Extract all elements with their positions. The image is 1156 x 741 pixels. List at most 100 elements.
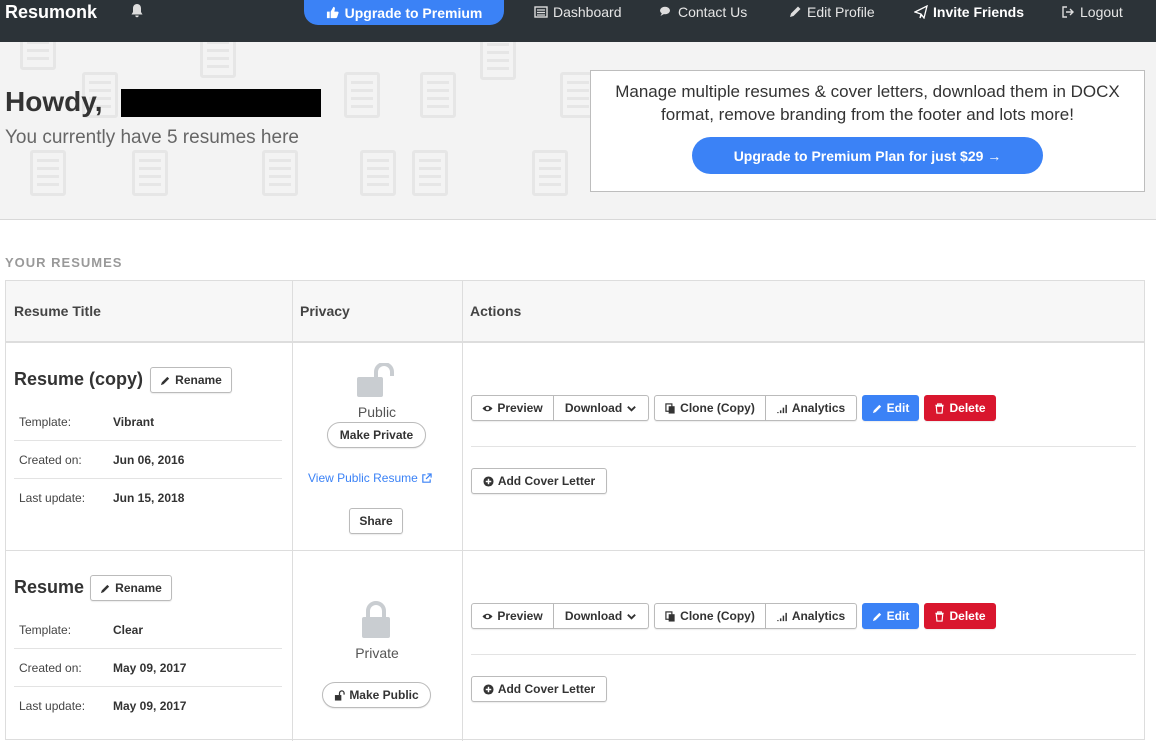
clone-label: Clone (Copy) xyxy=(680,609,755,623)
nav-edit-profile-label: Edit Profile xyxy=(807,4,875,20)
download-dropdown[interactable]: Download xyxy=(554,395,649,421)
resume-count-text: You currently have 5 resumes here xyxy=(5,127,299,148)
preview-button[interactable]: Preview xyxy=(471,395,554,421)
nav-edit-profile[interactable]: Edit Profile xyxy=(788,3,875,21)
lock-icon xyxy=(362,601,390,638)
clone-button[interactable]: Clone (Copy) xyxy=(654,395,766,421)
add-cover-label: Add Cover Letter xyxy=(497,682,596,696)
delete-button[interactable]: Delete xyxy=(924,603,996,629)
nav-invite-friends[interactable]: Invite Friends xyxy=(914,3,1024,21)
edit-button[interactable]: Edit xyxy=(862,603,919,629)
header-privacy: Privacy xyxy=(300,303,350,319)
delete-button[interactable]: Delete xyxy=(924,395,996,421)
unlock-icon xyxy=(335,689,346,701)
privacy-status: Private xyxy=(355,645,399,661)
resume-title: Resume xyxy=(14,577,85,597)
preview-label: Preview xyxy=(497,609,543,623)
nav-dashboard-label: Dashboard xyxy=(553,4,622,20)
sign-out-icon xyxy=(1062,6,1074,18)
resume-title: Resume (copy) xyxy=(14,369,144,389)
nav-dashboard[interactable]: Dashboard xyxy=(534,3,622,21)
signal-bars-icon xyxy=(776,612,787,621)
redacted-username xyxy=(121,89,321,117)
pencil-icon xyxy=(101,584,110,593)
trash-icon xyxy=(935,402,945,414)
rename-button[interactable]: Rename xyxy=(90,575,172,601)
download-label: Download xyxy=(564,401,623,415)
view-public-label: View Public Resume xyxy=(308,471,418,485)
privacy-status: Public xyxy=(357,404,397,420)
clone-button[interactable]: Clone (Copy) xyxy=(654,603,766,629)
analytics-button[interactable]: Analytics xyxy=(766,395,857,421)
analytics-label: Analytics xyxy=(791,609,846,623)
preview-button[interactable]: Preview xyxy=(471,603,554,629)
comments-icon xyxy=(660,6,670,16)
updated-value: Jun 15, 2018 xyxy=(113,491,185,505)
chevron-down-icon xyxy=(627,405,636,412)
created-label: Created on: xyxy=(19,453,82,467)
plus-circle-icon xyxy=(483,475,494,487)
trash-icon xyxy=(935,610,945,622)
hero-banner: Howdy, You currently have 5 resumes here… xyxy=(0,42,1156,220)
preview-label: Preview xyxy=(497,401,543,415)
updated-label: Last update: xyxy=(19,699,86,713)
nav-logout-label: Logout xyxy=(1080,4,1123,20)
brand-logo[interactable]: Resumonk xyxy=(5,2,97,23)
template-label: Template: xyxy=(19,623,72,637)
updated-value: May 09, 2017 xyxy=(113,699,187,713)
copy-icon xyxy=(665,402,675,414)
rename-label: Rename xyxy=(175,373,222,387)
delete-label: Delete xyxy=(949,401,986,415)
resumes-table: Resume Title Privacy Actions Resume (cop… xyxy=(5,280,1145,741)
section-title: YOUR RESUMES xyxy=(5,255,123,270)
view-public-resume-link[interactable]: View Public Resume xyxy=(308,471,432,485)
nav-invite-label: Invite Friends xyxy=(933,4,1025,20)
unlock-icon xyxy=(357,363,394,397)
thumbs-up-icon xyxy=(326,6,339,19)
external-link-icon xyxy=(422,472,432,483)
nav-logout[interactable]: Logout xyxy=(1061,3,1123,21)
edit-label: Edit xyxy=(886,401,910,415)
chevron-down-icon xyxy=(627,613,636,620)
dashboard-icon xyxy=(534,6,548,18)
edit-label: Edit xyxy=(886,609,910,623)
upgrade-plan-button[interactable]: Upgrade to Premium Plan for just $29 → xyxy=(692,137,1043,174)
header-resume-title: Resume Title xyxy=(14,303,101,319)
add-cover-letter-button[interactable]: Add Cover Letter xyxy=(471,676,607,702)
updated-label: Last update: xyxy=(19,491,86,505)
template-value: Vibrant xyxy=(113,415,155,429)
analytics-button[interactable]: Analytics xyxy=(766,603,857,629)
premium-promo-box: Manage multiple resumes & cover letters,… xyxy=(590,70,1145,192)
pencil-icon xyxy=(872,612,881,621)
share-button[interactable]: Share xyxy=(349,508,403,534)
download-label: Download xyxy=(564,609,623,623)
download-dropdown[interactable]: Download xyxy=(554,603,649,629)
make-public-button[interactable]: Make Public xyxy=(322,682,431,708)
make-public-label: Make Public xyxy=(349,688,419,702)
add-cover-letter-button[interactable]: Add Cover Letter xyxy=(471,468,607,494)
bell-icon[interactable] xyxy=(129,3,145,19)
table-header: Resume Title Privacy Actions xyxy=(6,281,1144,343)
eye-icon xyxy=(482,613,493,619)
upgrade-premium-button[interactable]: Upgrade to Premium xyxy=(304,0,504,25)
pencil-icon xyxy=(872,404,881,413)
pencil-icon xyxy=(161,376,170,385)
header-actions: Actions xyxy=(470,303,522,319)
greeting-heading: Howdy, xyxy=(5,86,103,117)
template-label: Template: xyxy=(19,415,72,429)
edit-button[interactable]: Edit xyxy=(862,395,919,421)
rename-button[interactable]: Rename xyxy=(150,367,232,393)
nav-contact[interactable]: Contact Us xyxy=(659,3,747,21)
paper-plane-icon xyxy=(914,5,928,19)
clone-label: Clone (Copy) xyxy=(680,401,755,415)
created-value: Jun 06, 2016 xyxy=(113,453,185,467)
top-nav: Resumonk Upgrade to Premium Dashboard Co… xyxy=(0,0,1156,42)
delete-label: Delete xyxy=(949,609,986,623)
promo-text: Manage multiple resumes & cover letters,… xyxy=(615,82,1120,124)
analytics-label: Analytics xyxy=(791,401,846,415)
nav-contact-label: Contact Us xyxy=(678,4,748,20)
make-private-button[interactable]: Make Private xyxy=(327,422,426,448)
pencil-icon xyxy=(790,6,801,17)
eye-icon xyxy=(482,405,493,411)
upgrade-premium-label: Upgrade to Premium xyxy=(344,4,483,21)
